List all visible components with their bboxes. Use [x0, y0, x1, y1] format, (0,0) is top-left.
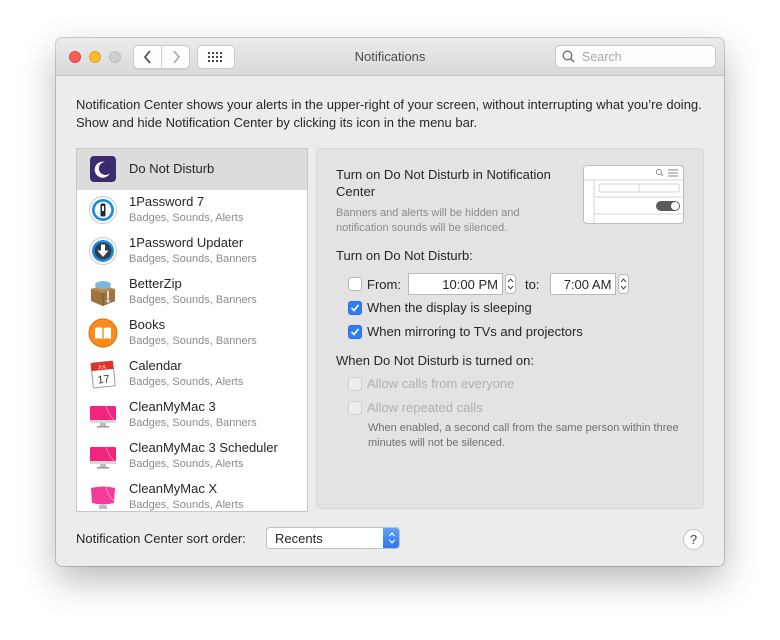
svg-text:17: 17: [97, 373, 110, 386]
app-notification-types: Badges, Sounds, Banners: [129, 253, 257, 265]
svg-text:JUL: JUL: [98, 364, 108, 371]
allow-calls-checkbox: [348, 376, 362, 391]
calendar-icon: JUL 17: [90, 360, 116, 389]
1password-updater-icon: [89, 237, 117, 265]
to-time-field[interactable]: 7:00 AM: [550, 273, 617, 295]
list-item[interactable]: BetterZip Badges, Sounds, Banners: [77, 272, 307, 313]
list-item[interactable]: Books Badges, Sounds, Banners: [77, 313, 307, 354]
app-name: BetterZip: [129, 276, 182, 291]
app-name: 1Password 7: [129, 194, 205, 209]
turn-on-label: Turn on Do Not Disturb:: [336, 248, 473, 263]
app-notification-types: Badges, Sounds, Banners: [129, 417, 257, 429]
list-item[interactable]: JUL 17 Calendar Badges, Sounds, Alerts: [77, 354, 307, 395]
moon-icon: [600, 201, 607, 209]
app-list[interactable]: Do Not Disturb 1Password 7 Badges, Sound…: [76, 148, 308, 512]
to-label: to:: [524, 276, 540, 292]
from-time-stepper[interactable]: [504, 274, 516, 294]
chevron-updown-icon: [388, 532, 395, 544]
app-notification-types: Badges, Sounds, Alerts: [129, 376, 244, 388]
mirroring-checkbox[interactable]: [348, 324, 362, 339]
stepper-arrows-icon: [507, 278, 514, 290]
to-time-value: 7:00 AM: [563, 276, 612, 292]
select-arrows: [383, 528, 399, 548]
1password-icon: [89, 196, 117, 224]
sort-order-select[interactable]: Recents: [266, 527, 400, 549]
list-item[interactable]: 1Password Updater Badges, Sounds, Banner…: [77, 231, 307, 272]
from-label: From:: [367, 276, 401, 292]
checkmark-icon: [350, 327, 360, 336]
repeated-calls-note: When enabled, a second call from the sam…: [368, 422, 679, 449]
list-item[interactable]: CleanMyMac 3 Badges, Sounds, Banners: [77, 395, 307, 436]
display-sleeping-checkbox[interactable]: [348, 300, 362, 315]
allow-calls-row: Allow calls from everyone: [348, 376, 514, 391]
repeated-calls-row: Allow repeated calls: [348, 400, 483, 415]
repeated-calls-checkbox: [348, 400, 362, 415]
app-name: Calendar: [129, 358, 182, 373]
app-name: CleanMyMac 3 Scheduler: [129, 440, 278, 455]
app-notification-types: Badges, Sounds, Alerts: [129, 212, 244, 224]
repeated-calls-label: Allow repeated calls: [367, 400, 483, 415]
app-notification-types: Badges, Sounds, Banners: [129, 294, 257, 306]
notification-center-preview: [583, 165, 684, 224]
app-notification-types: Badges, Sounds, Alerts: [129, 499, 244, 511]
stepper-arrows-icon: [621, 278, 627, 290]
moon-icon: [90, 156, 116, 182]
app-name: CleanMyMac 3: [129, 399, 216, 414]
list-item[interactable]: CleanMyMac 3 Scheduler Badges, Sounds, A…: [77, 436, 307, 477]
do-not-disturb-panel: Turn on Do Not Disturb in Notification C…: [316, 148, 704, 509]
sort-order-value: Recents: [275, 530, 323, 546]
intro-text: Notification Center shows your alerts in…: [76, 97, 702, 130]
mirroring-row[interactable]: When mirroring to TVs and projectors: [348, 324, 583, 339]
app-name: CleanMyMac X: [129, 481, 218, 496]
list-item-do-not-disturb[interactable]: Do Not Disturb: [77, 149, 307, 190]
cleanmymac-x-icon: [91, 486, 115, 509]
display-sleeping-row[interactable]: When the display is sleeping: [348, 300, 532, 315]
checkmark-icon: [350, 303, 360, 312]
mirroring-label: When mirroring to TVs and projectors: [367, 324, 583, 339]
list-item[interactable]: CleanMyMac X Badges, Sounds, Alerts: [77, 477, 307, 511]
preferences-window: Notifications Notification Center shows …: [56, 38, 724, 566]
allow-calls-label: Allow calls from everyone: [367, 376, 515, 391]
help-button[interactable]: ?: [683, 529, 704, 550]
app-notification-types: Badges, Sounds, Alerts: [129, 458, 244, 470]
panel-description: Banners and alerts will be hidden and no…: [336, 207, 520, 234]
search-icon: [562, 50, 575, 63]
books-icon: [88, 318, 118, 348]
from-checkbox[interactable]: [348, 277, 362, 291]
schedule-row: From: 10:00 PM to: 7:00 AM: [348, 273, 630, 295]
cleanmymac-icon: [90, 405, 116, 428]
from-time-field[interactable]: 10:00 PM: [407, 273, 503, 295]
to-time-stepper[interactable]: [618, 274, 630, 294]
when-on-label: When Do Not Disturb is turned on:: [336, 353, 534, 368]
search-field[interactable]: [555, 45, 716, 68]
panel-title: Turn on Do Not Disturb in Notification C…: [336, 167, 551, 199]
from-time-value: 10:00 PM: [442, 276, 498, 292]
display-sleeping-label: When the display is sleeping: [367, 300, 532, 315]
sort-order-label: Notification Center sort order:: [76, 531, 246, 546]
app-name: 1Password Updater: [129, 235, 244, 250]
list-icon: [668, 169, 678, 177]
preview-illustration: [584, 168, 683, 223]
list-item[interactable]: 1Password 7 Badges, Sounds, Alerts: [77, 190, 307, 231]
app-notification-types: Badges, Sounds, Banners: [129, 335, 257, 347]
title-bar: Notifications: [56, 38, 724, 76]
app-name: Do Not Disturb: [129, 161, 215, 176]
cleanmymac-icon: [90, 446, 116, 469]
app-name: Books: [129, 317, 166, 332]
search-input[interactable]: [580, 48, 710, 65]
search-icon: [655, 168, 663, 176]
betterzip-icon: [91, 281, 115, 306]
